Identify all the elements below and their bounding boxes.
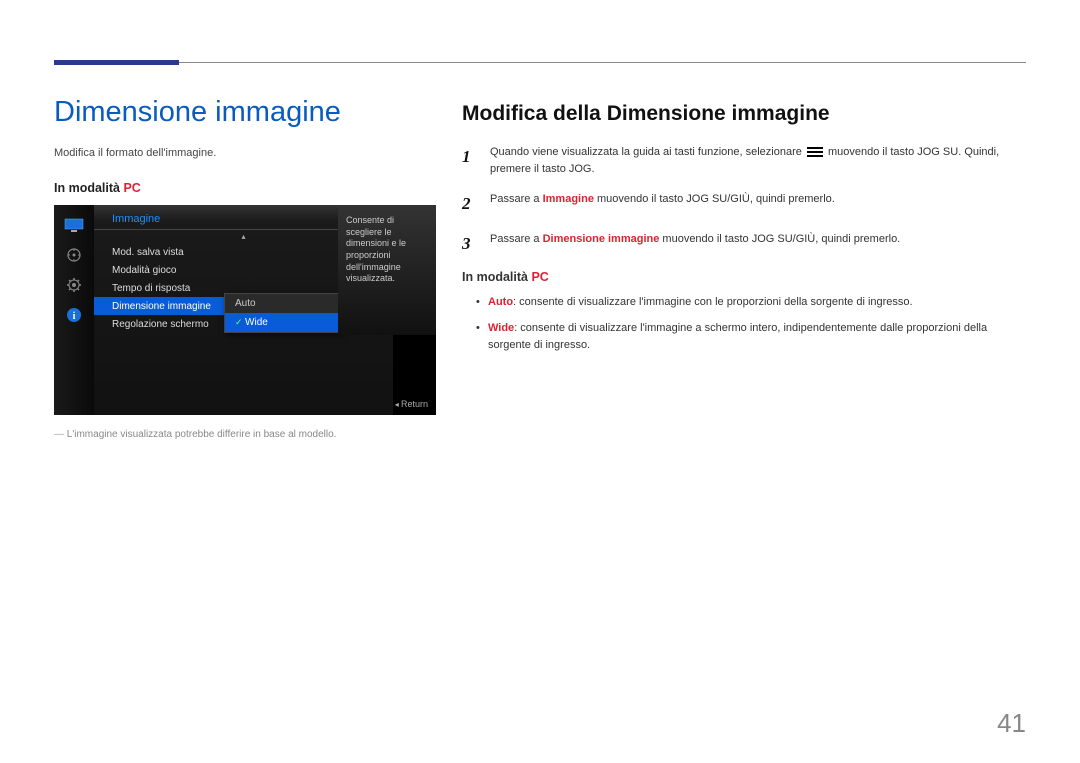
header-accent-bar <box>54 60 179 65</box>
sub-mode-label: In modalità PC <box>462 270 1026 284</box>
svg-text:i: i <box>73 311 76 322</box>
osd-row-label: Tempo di risposta <box>112 283 375 294</box>
step-highlight: Immagine <box>543 193 594 205</box>
definitions-list: Auto: consente di visualizzare l'immagin… <box>462 294 1026 355</box>
definition-wide: Wide: consente di visualizzare l'immagin… <box>476 320 1026 355</box>
section-title: Dimensione immagine <box>54 96 434 129</box>
osd-return-label: Return <box>395 399 428 409</box>
definition-term: Auto <box>488 296 513 308</box>
gear-icon <box>64 277 84 293</box>
monitor-icon <box>64 217 84 233</box>
screenshot-footnote: L'immagine visualizzata potrebbe differi… <box>54 429 434 440</box>
right-column: Modifica della Dimensione immagine 1 Qua… <box>462 70 1026 440</box>
left-column: Dimensione immagine Modifica il formato … <box>54 70 434 440</box>
osd-info-panel: Consente di scegliere le dimensioni e le… <box>338 205 436 335</box>
step-highlight: Dimensione immagine <box>543 233 660 245</box>
menu-icon <box>807 147 823 157</box>
osd-submenu: Auto Wide <box>224 293 344 333</box>
circle-icon <box>64 247 84 263</box>
definition-text: : consente di visualizzare l'immagine co… <box>513 296 913 308</box>
osd-row-label: Mod. salva vista <box>112 247 362 258</box>
osd-screenshot: i Immagine ▴ Mod. salva vista Off Modali… <box>54 205 436 415</box>
step-text: Passare a Immagine muovendo il tasto JOG… <box>490 191 1026 217</box>
definition-text: : consente di visualizzare l'immagine a … <box>488 322 987 352</box>
step-1: 1 Quando viene visualizzata la guida ai … <box>462 144 1026 177</box>
step-text: Quando viene visualizzata la guida ai ta… <box>490 144 1026 177</box>
step-3: 3 Passare a Dimensione immagine muovendo… <box>462 231 1026 257</box>
mode-highlight: PC <box>123 181 140 195</box>
mode-label: In modalità PC <box>54 181 434 195</box>
step-text-fragment: Passare a <box>490 193 543 205</box>
step-text-fragment: muovendo il tasto JOG SU/GIÙ, quindi pre… <box>659 233 900 245</box>
step-text-fragment: muovendo il tasto JOG SU/GIÙ, quindi pre… <box>594 193 835 205</box>
definition-auto: Auto: consente di visualizzare l'immagin… <box>476 294 1026 312</box>
step-2: 2 Passare a Immagine muovendo il tasto J… <box>462 191 1026 217</box>
step-text-fragment: Quando viene visualizzata la guida ai ta… <box>490 146 805 158</box>
definition-term: Wide <box>488 322 514 334</box>
step-number: 3 <box>462 231 476 257</box>
sub-mode-highlight: PC <box>531 270 548 284</box>
osd-row-label: Modalità gioco <box>112 265 362 276</box>
sub-mode-prefix: In modalità <box>462 270 531 284</box>
osd-option-wide-selected: Wide <box>225 313 343 332</box>
step-text-fragment: Passare a <box>490 233 543 245</box>
step-number: 1 <box>462 144 476 177</box>
procedure-title: Modifica della Dimensione immagine <box>462 102 1026 126</box>
osd-option-auto: Auto <box>225 294 343 313</box>
page-number: 41 <box>997 708 1026 739</box>
header-rule <box>54 62 1026 63</box>
info-icon: i <box>64 307 84 323</box>
step-number: 2 <box>462 191 476 217</box>
section-desc: Modifica il formato dell'immagine. <box>54 147 434 159</box>
step-text: Passare a Dimensione immagine muovendo i… <box>490 231 1026 257</box>
osd-sidebar: i <box>54 205 94 415</box>
mode-prefix: In modalità <box>54 181 123 195</box>
